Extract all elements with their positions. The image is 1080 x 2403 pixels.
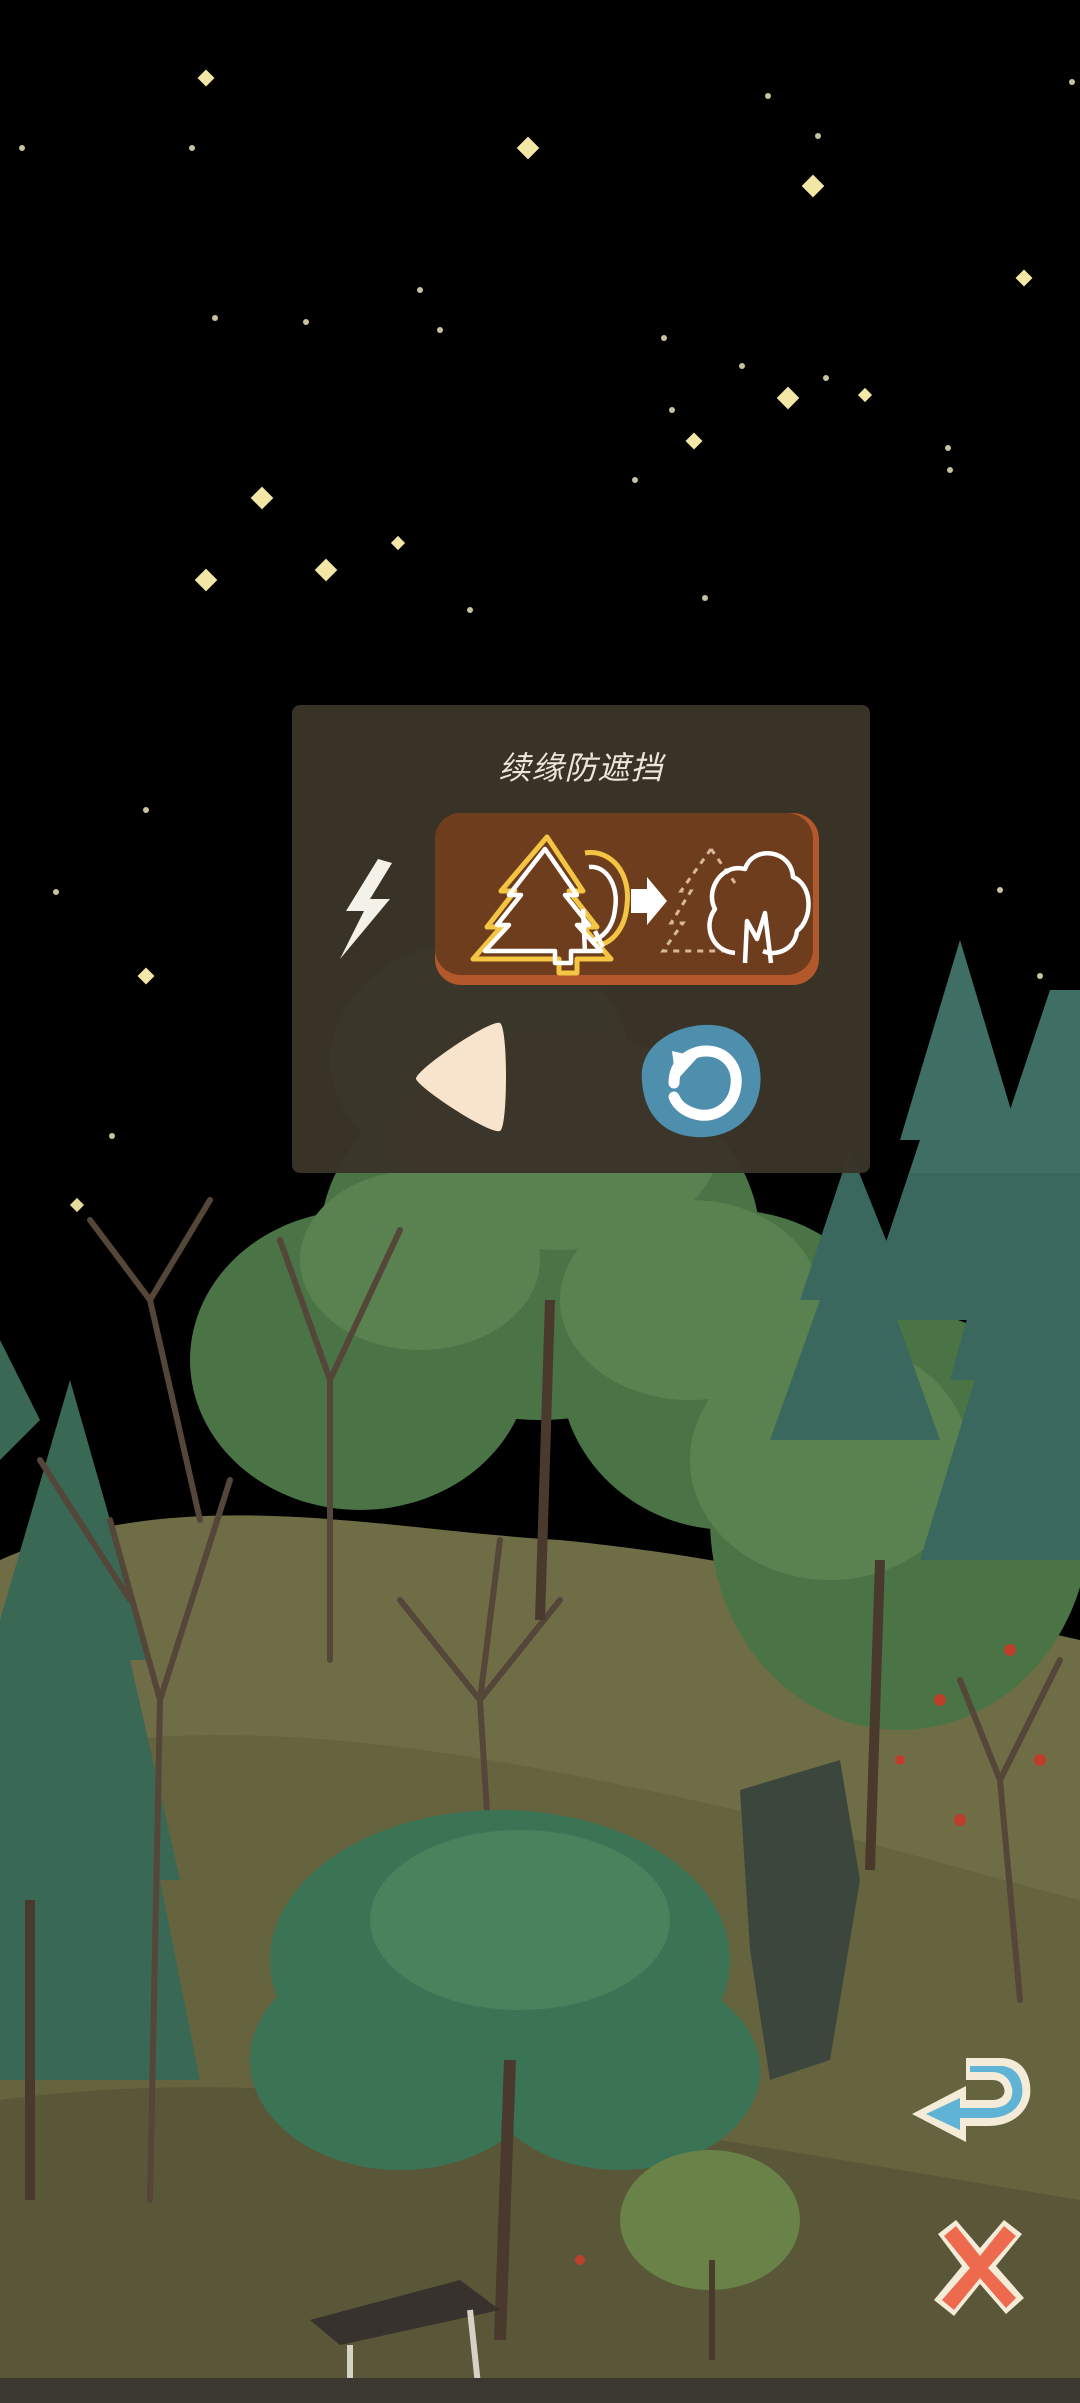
lightning-icon [340, 859, 392, 959]
tree-occlusion-toggle[interactable] [435, 813, 819, 985]
navigation-bar [0, 2378, 1080, 2403]
occlusion-settings-panel: 续缘防遮挡 [292, 705, 870, 1173]
return-arrow-icon[interactable] [908, 2044, 1034, 2144]
triangle-left-icon[interactable] [410, 1017, 510, 1137]
tree-occlusion-toggle-icon [470, 834, 811, 976]
close-x-icon[interactable] [924, 2214, 1034, 2324]
forest-scene [0, 0, 1080, 2403]
panel-title: 续缘防遮挡 [498, 749, 664, 787]
refresh-icon[interactable] [632, 1021, 766, 1141]
